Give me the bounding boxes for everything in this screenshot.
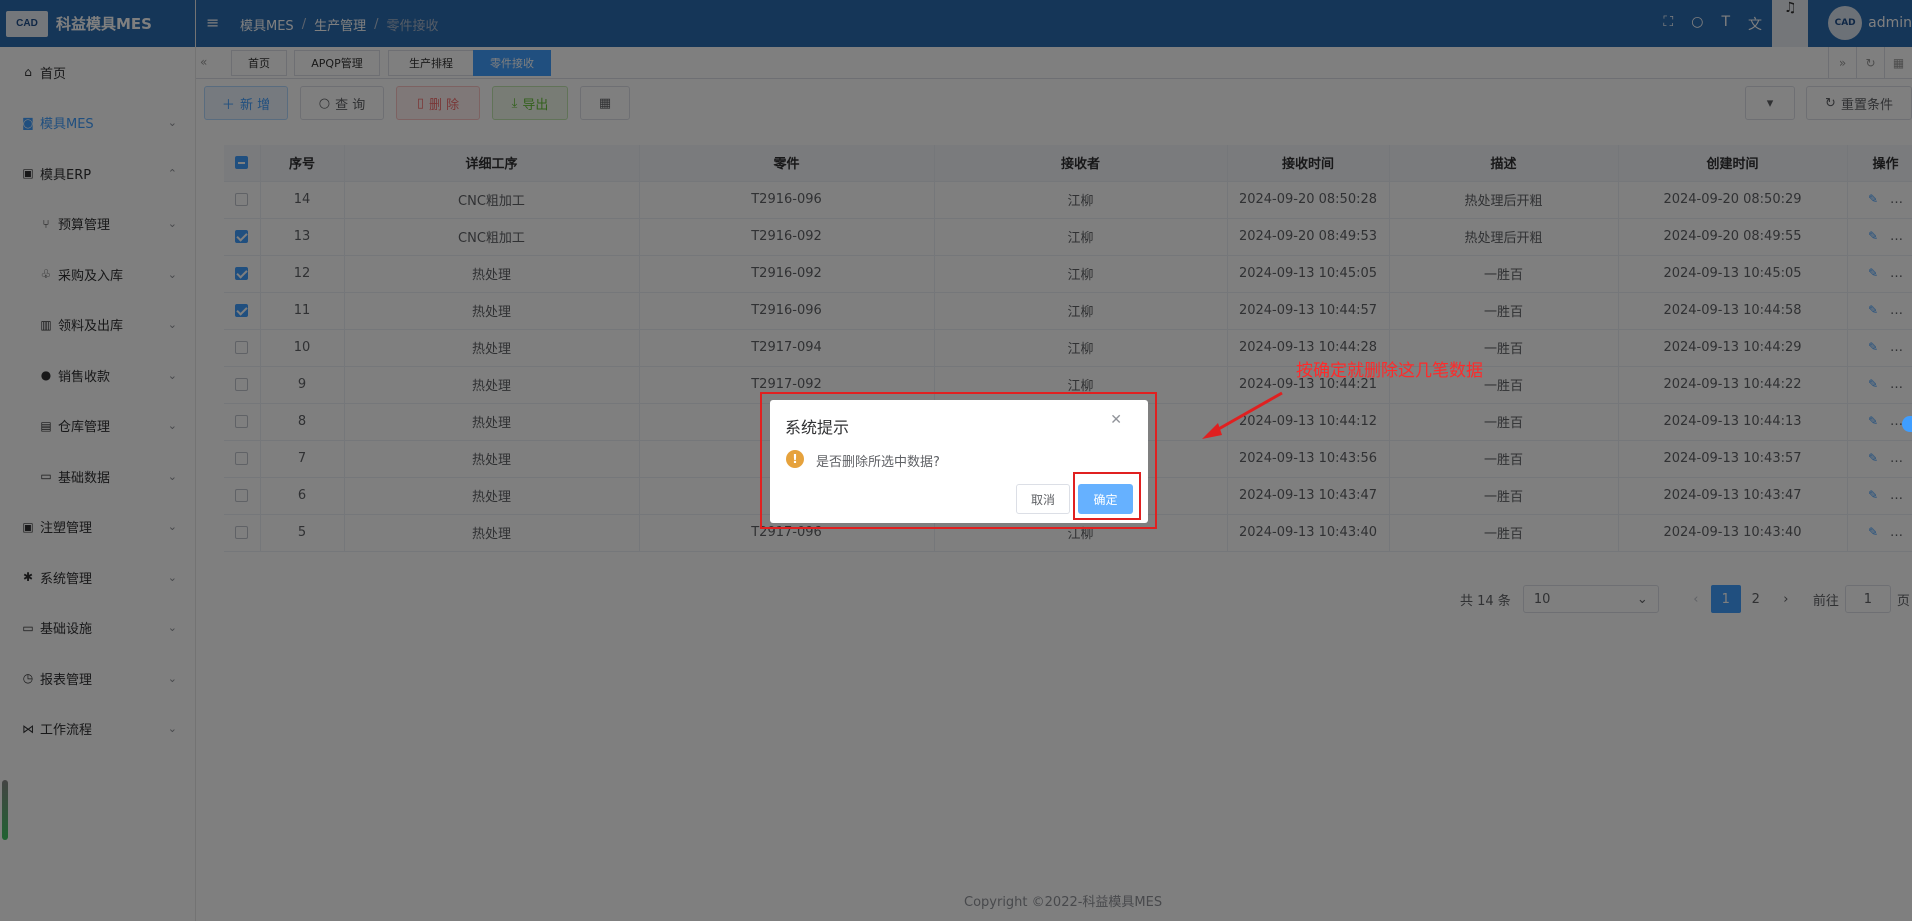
side-help-tab[interactable] [1902,416,1912,432]
highlight-box-confirm [1073,472,1141,520]
annotation-arrow [1202,391,1283,439]
annotation-text: 按确定就删除这几笔数据 [1296,361,1483,381]
app-root: CAD 科益模具MES ⌂首页 ◙模具MES⌄ ▣模具ERP⌃ ⑂预算管理⌄ ♧… [0,0,1912,921]
